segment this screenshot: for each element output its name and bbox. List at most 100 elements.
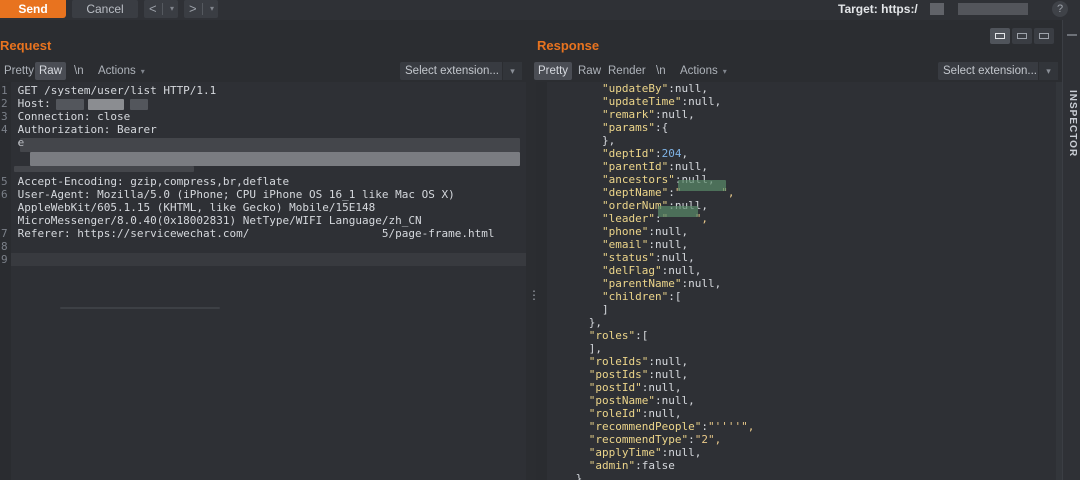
- request-line[interactable]: 1 GET /system/user/list HTTP/1.1: [0, 84, 494, 97]
- response-line[interactable]: "recommendType":"2",: [536, 433, 754, 446]
- target-label[interactable]: Target: https:/: [838, 2, 918, 16]
- tab-response-raw[interactable]: Raw: [574, 62, 605, 80]
- layout-toggles: [990, 28, 1056, 44]
- inspector-label[interactable]: INSPECTOR: [1067, 90, 1078, 157]
- response-line[interactable]: "params":{: [536, 121, 754, 134]
- response-line[interactable]: "parentId":null,: [536, 160, 754, 173]
- chevron-down-icon[interactable]: ▾: [170, 0, 174, 18]
- request-line[interactable]: AppleWebKit/605.1.15 (KHTML, like Gecko)…: [0, 201, 494, 214]
- json-separator: :: [668, 82, 675, 95]
- response-line[interactable]: "updateBy":null,: [536, 82, 754, 95]
- request-line-text: Referer: https://servicewechat.com/ 5/pa…: [11, 227, 495, 240]
- response-line[interactable]: "children":[: [536, 290, 754, 303]
- redacted-block: [958, 3, 1028, 15]
- response-line[interactable]: ]: [536, 303, 754, 316]
- nav-separator: [162, 3, 163, 15]
- response-line[interactable]: "orderNum":null,: [536, 199, 754, 212]
- request-extension-placeholder: Select extension...: [405, 65, 499, 77]
- chevron-down-icon[interactable]: ▾: [502, 62, 522, 80]
- response-line[interactable]: "parentName":null,: [536, 277, 754, 290]
- tab-request-pretty[interactable]: Pretty: [0, 62, 38, 80]
- response-lines[interactable]: "updateBy":null, "updateTime":null, "remar…: [536, 82, 755, 480]
- json-key: "parentName": [602, 277, 682, 290]
- response-line[interactable]: "deptId":204,: [536, 147, 754, 160]
- top-toolbar: Send Cancel < ▾ > ▾ Target: https:/ ?: [0, 0, 1080, 20]
- request-line[interactable]: MicroMessenger/8.0.40(0x18002831) NetTyp…: [0, 214, 494, 227]
- json-value: null,: [654, 238, 689, 251]
- chevron-down-icon[interactable]: ▾: [1038, 62, 1058, 80]
- redacted-block: [14, 166, 194, 172]
- tab-response-pretty[interactable]: Pretty: [534, 62, 573, 80]
- response-line[interactable]: },: [536, 316, 754, 329]
- history-back-button[interactable]: < ▾: [144, 0, 178, 18]
- json-key: "status": [602, 251, 655, 264]
- response-line[interactable]: "leader":" ",: [536, 212, 754, 225]
- request-line[interactable]: 9: [0, 253, 494, 266]
- response-line[interactable]: "updateTime":null,: [536, 95, 754, 108]
- json-value: null,: [668, 446, 702, 459]
- json-key: "leader": [602, 212, 655, 225]
- request-editor[interactable]: 1 GET /system/user/list HTTP/1.1 2 Host: 3…: [0, 82, 526, 480]
- request-extension-select[interactable]: Select extension... ▾: [400, 62, 522, 80]
- response-line[interactable]: "roleIds":null,: [536, 355, 754, 368]
- response-line[interactable]: "status":null,: [536, 251, 754, 264]
- inspector-panel[interactable]: INSPECTOR: [1062, 20, 1080, 480]
- response-line[interactable]: "recommendPeople":"''''",: [536, 420, 755, 433]
- response-line[interactable]: "email":null,: [536, 238, 754, 251]
- response-line[interactable]: }: [536, 472, 754, 480]
- request-lines[interactable]: 1 GET /system/user/list HTTP/1.1 2 Host: 3…: [0, 84, 494, 266]
- request-line[interactable]: 5 Accept-Encoding: gzip,compress,br,defl…: [0, 175, 494, 188]
- json-value: },: [588, 316, 603, 329]
- layout-tabs-icon[interactable]: [1034, 28, 1054, 44]
- response-line[interactable]: "phone":null,: [536, 225, 754, 238]
- tab-request-actions[interactable]: Actions ▾: [94, 62, 149, 80]
- response-line[interactable]: },: [536, 134, 754, 147]
- response-line[interactable]: "postIds":null,: [536, 368, 754, 381]
- json-separator: :: [635, 459, 642, 472]
- request-line[interactable]: 8: [0, 240, 494, 253]
- send-button[interactable]: Send: [0, 0, 66, 18]
- request-line[interactable]: 7 Referer: https://servicewechat.com/ 5/…: [0, 227, 494, 240]
- response-line[interactable]: "postName":null,: [536, 394, 754, 407]
- response-line[interactable]: "delFlag":null,: [536, 264, 754, 277]
- redacted-block: [130, 99, 148, 110]
- response-line[interactable]: "applyTime":null,: [536, 446, 754, 459]
- response-line[interactable]: "roleId":null,: [536, 407, 754, 420]
- response-line[interactable]: "remark":null,: [536, 108, 754, 121]
- json-key: "recommendType": [588, 433, 689, 446]
- response-editor[interactable]: "updateBy":null, "updateTime":null, "remar…: [536, 82, 1056, 480]
- json-key: "delFlag": [602, 264, 662, 277]
- request-line[interactable]: 6 User-Agent: Mozilla/5.0 (iPhone; CPU i…: [0, 188, 494, 201]
- request-line[interactable]: 4 Authorization: Bearer: [0, 123, 494, 136]
- json-key: "deptName": [602, 186, 669, 199]
- tab-request-raw[interactable]: Raw: [35, 62, 67, 80]
- tab-request-newline[interactable]: \n: [70, 62, 88, 80]
- pane-resize-handle[interactable]: ⋮: [528, 288, 540, 302]
- tab-response-actions-label: Actions: [680, 65, 718, 77]
- response-extension-select[interactable]: Select extension... ▾: [938, 62, 1058, 80]
- cancel-button[interactable]: Cancel: [72, 0, 138, 18]
- tab-response-render[interactable]: Render: [604, 62, 650, 80]
- layout-split-icon[interactable]: [990, 28, 1010, 44]
- json-separator: :: [654, 121, 662, 134]
- chevron-down-icon[interactable]: ▾: [210, 0, 214, 18]
- line-number: 3: [1, 110, 8, 123]
- layout-stacked-icon[interactable]: [1012, 28, 1032, 44]
- response-line[interactable]: ],: [536, 342, 754, 355]
- response-line[interactable]: "roles":[: [536, 329, 754, 342]
- response-line[interactable]: "admin":false: [536, 459, 754, 472]
- request-line-text: Authorization: Bearer: [11, 123, 157, 136]
- request-line-text: GET /system/user/list HTTP/1.1: [11, 84, 217, 97]
- request-line-text: [11, 149, 18, 162]
- request-tabs: Pretty Raw \n Actions ▾: [0, 62, 400, 80]
- tab-response-newline[interactable]: \n: [652, 62, 670, 80]
- response-line[interactable]: "postId":null,: [536, 381, 754, 394]
- json-value: null,: [648, 381, 682, 394]
- json-separator: :: [668, 290, 675, 303]
- help-icon[interactable]: ?: [1052, 1, 1068, 17]
- request-line[interactable]: 3 Connection: close: [0, 110, 494, 123]
- tab-response-actions[interactable]: Actions ▾: [676, 62, 731, 80]
- line-number: 5: [1, 175, 8, 188]
- response-panel-title: Response: [537, 38, 600, 53]
- history-forward-button[interactable]: > ▾: [184, 0, 218, 18]
